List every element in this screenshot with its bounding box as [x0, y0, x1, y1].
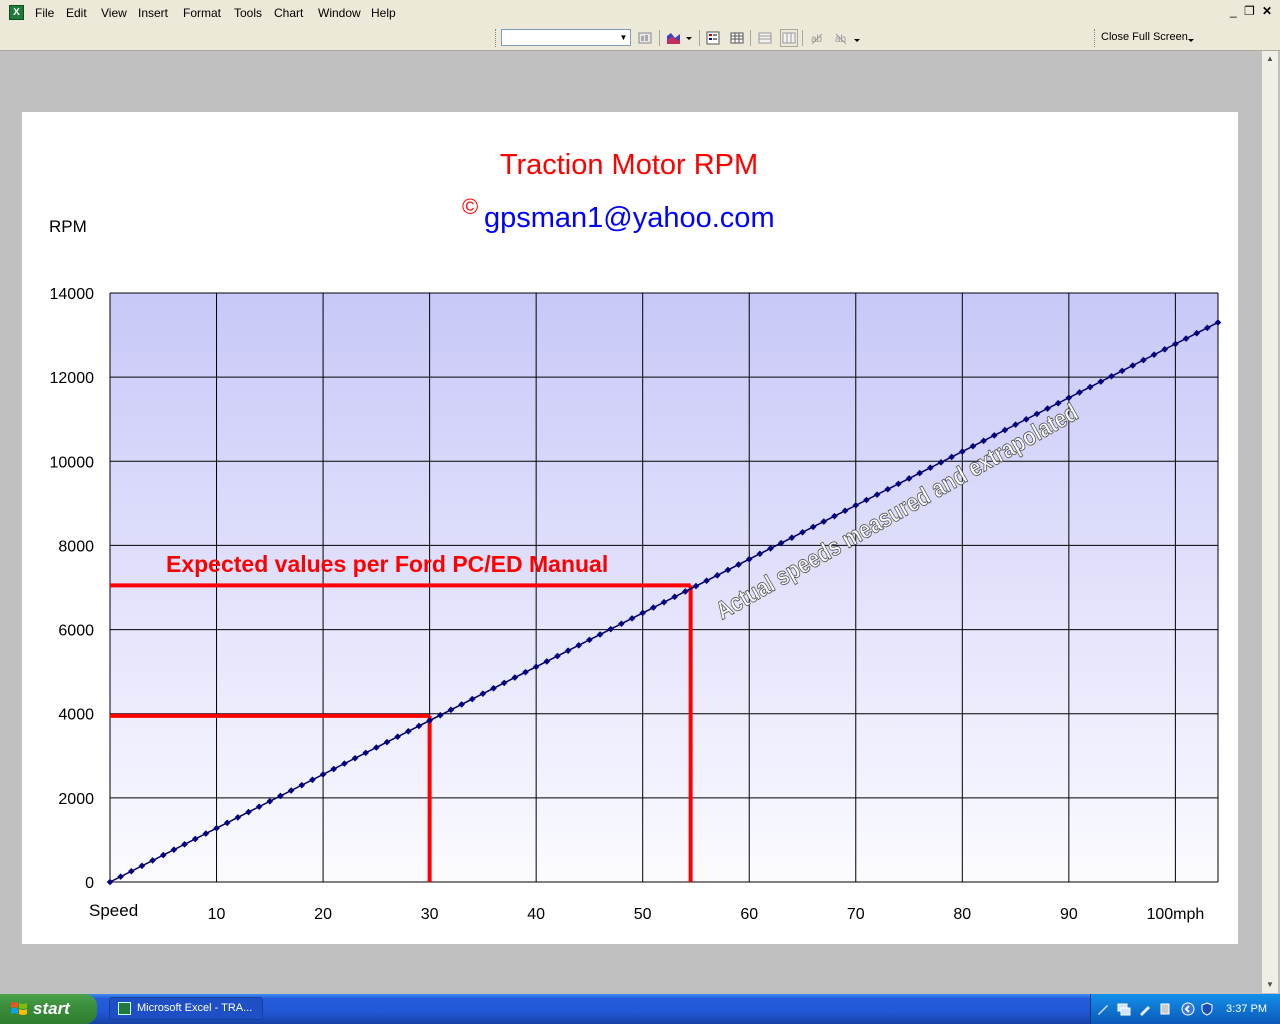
x-tick-label: 20 [314, 906, 332, 923]
menu-insert[interactable]: Insert [138, 6, 168, 20]
close-icon[interactable]: ✕ [1262, 4, 1272, 18]
fullscreen-options-icon[interactable] [1186, 29, 1196, 47]
toolbar-separator [659, 30, 660, 46]
toolbar-options-icon[interactable] [852, 29, 862, 47]
by-row-icon[interactable] [756, 29, 774, 47]
x-axis-label: Speed [89, 901, 138, 920]
menu-view[interactable]: View [101, 6, 127, 20]
x-tick-label: 60 [740, 906, 758, 923]
show-hidden-icons-icon[interactable] [1181, 1002, 1195, 1016]
chart-type-icon[interactable] [665, 29, 683, 47]
taskbar-excel-button[interactable]: Microsoft Excel - TRA... [109, 997, 263, 1020]
scroll-up-icon[interactable]: ▲ [1262, 51, 1278, 67]
security-shield-icon[interactable] [1200, 1002, 1214, 1016]
chart-subtitle: gpsman1@yahoo.com [484, 202, 775, 234]
start-label: start [33, 999, 70, 1018]
y-tick-label: 4000 [58, 707, 94, 724]
pen-tool-icon[interactable] [1096, 1002, 1110, 1016]
x-tick-label: 10 [208, 906, 226, 923]
system-tray: 3:37 PM [1090, 994, 1280, 1024]
network-icon[interactable] [1117, 1002, 1131, 1016]
menu-file[interactable]: File [35, 6, 54, 20]
y-tick-label: 2000 [58, 791, 94, 808]
y-tick-label: 10000 [50, 454, 95, 471]
restore-icon[interactable]: ❐ [1244, 4, 1255, 18]
x-tick-label: 40 [527, 906, 545, 923]
taskbar: start Microsoft Excel - TRA... 3:37 PM [0, 994, 1280, 1024]
chart-canvas[interactable]: 0 2000 4000 6000 8000 10000 12000 14000 10 20 30 40… [22, 112, 1238, 944]
chart-sheet[interactable]: 0 2000 4000 6000 8000 10000 12000 14000 10 20 30 40… [22, 112, 1238, 944]
chart-objects-combo[interactable]: ▼ [501, 29, 631, 46]
clock: 3:37 PM [1226, 1003, 1267, 1015]
format-chart-icon[interactable] [636, 29, 654, 47]
legend-icon[interactable] [704, 29, 722, 47]
pencil-icon[interactable] [1138, 1002, 1152, 1016]
menu-window[interactable]: Window [318, 6, 361, 20]
data-table-icon[interactable] [728, 29, 746, 47]
taskbar-excel-label: Microsoft Excel - TRA... [137, 1002, 253, 1014]
plot-area [110, 293, 1218, 882]
vertical-scrollbar[interactable]: ▲ ▼ [1262, 51, 1278, 993]
toolbar-grip[interactable] [1094, 29, 1098, 47]
expected-values-annotation: Expected values per Ford PC/ED Manual [166, 551, 608, 577]
x-tick-label: 50 [634, 906, 652, 923]
y-tick-label: 0 [85, 875, 94, 892]
angle-counterclockwise-icon[interactable]: ab [832, 29, 850, 47]
y-axis-label: RPM [49, 217, 87, 236]
scroll-down-icon[interactable]: ▼ [1262, 977, 1278, 993]
start-button[interactable]: start [0, 994, 97, 1024]
menu-edit[interactable]: Edit [66, 6, 87, 20]
copyright-symbol: © [462, 194, 478, 219]
safely-remove-icon[interactable] [1158, 1002, 1172, 1016]
menu-tools[interactable]: Tools [234, 6, 262, 20]
x-tick-label: 100mph [1146, 906, 1204, 923]
chevron-down-icon[interactable]: ▼ [618, 31, 629, 44]
menu-bar: X File Edit View Insert Format Tools Cha… [0, 0, 1280, 27]
toolbar-separator [802, 30, 803, 46]
x-tick-label: 30 [421, 906, 439, 923]
y-tick-label: 14000 [50, 286, 95, 303]
y-tick-label: 6000 [58, 623, 94, 640]
menu-chart[interactable]: Chart [274, 6, 303, 20]
chart-title: Traction Motor RPM [500, 149, 758, 181]
y-tick-label: 8000 [58, 538, 94, 555]
close-full-screen-button[interactable]: Close Full Screen [1101, 31, 1188, 43]
windows-logo-icon [11, 1002, 27, 1015]
excel-app-icon[interactable]: X [9, 5, 24, 20]
toolbar-grip[interactable] [495, 29, 499, 47]
chart-toolbar: ▼ ab ab Close Full Screen [0, 26, 1280, 51]
by-column-icon[interactable] [780, 29, 798, 47]
y-tick-label: 12000 [50, 370, 95, 387]
excel-task-icon [118, 1002, 131, 1015]
menu-format[interactable]: Format [183, 6, 221, 20]
x-tick-label: 70 [847, 906, 865, 923]
chart-type-dropdown-icon[interactable] [683, 29, 695, 47]
x-tick-label: 80 [953, 906, 971, 923]
menu-help[interactable]: Help [371, 6, 396, 20]
minimize-icon[interactable]: _ [1230, 4, 1237, 18]
toolbar-separator [699, 30, 700, 46]
toolbar-separator [750, 30, 751, 46]
angle-clockwise-icon[interactable]: ab [808, 29, 826, 47]
x-tick-label: 90 [1060, 906, 1078, 923]
